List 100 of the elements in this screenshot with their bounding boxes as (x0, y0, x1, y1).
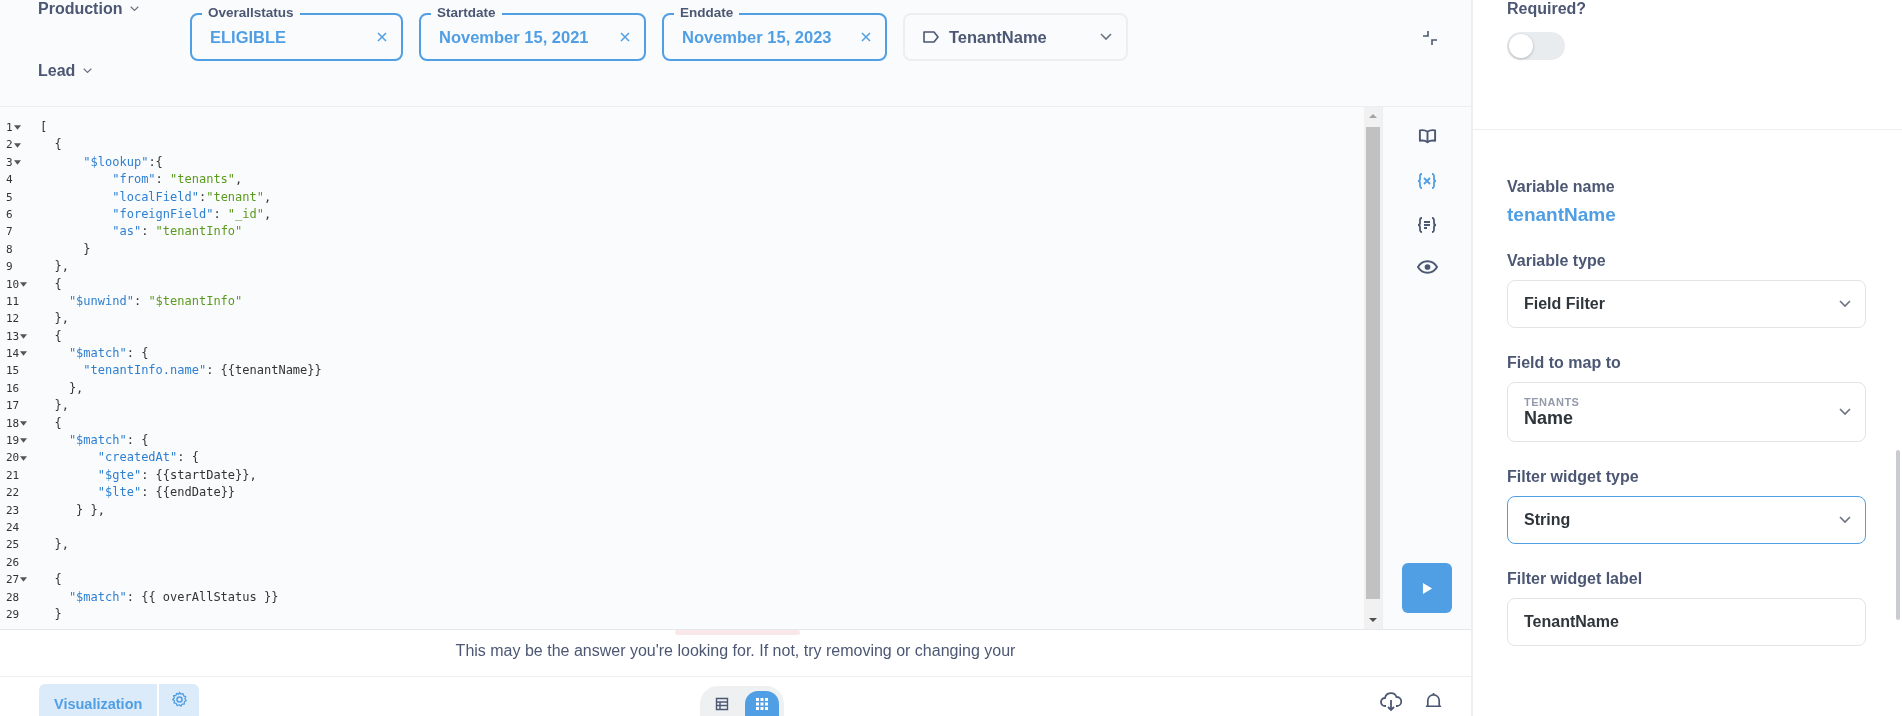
fold-caret-icon[interactable] (13, 125, 21, 131)
grid-icon (755, 696, 769, 711)
fold-caret-icon[interactable] (13, 142, 21, 148)
input-field[interactable]: TenantName (1507, 598, 1866, 646)
collapse-icon[interactable] (1422, 30, 1438, 46)
fold-caret-icon[interactable] (20, 420, 28, 426)
select-field[interactable]: Field Filter (1507, 280, 1866, 328)
filter-dropdown[interactable]: TenantName (903, 13, 1128, 61)
table-name: TENANTS (1524, 395, 1581, 408)
line-number: 28 (5, 589, 21, 606)
code-line: "as": "tenantInfo" (111, 223, 243, 241)
select-value: String (1524, 511, 1572, 529)
toolbar-button[interactable] (1417, 127, 1437, 146)
line-number: 24 (5, 520, 21, 536)
code-line: }, (53, 310, 69, 328)
code-line: "$gte": {{startDate}}, (96, 466, 257, 484)
field-label: Filter widget type (1507, 468, 1640, 486)
line-number: 26 (5, 554, 21, 571)
code-line: { (53, 275, 62, 293)
line-number: 10 (0, 275, 32, 293)
code-line: { (53, 414, 62, 432)
code-line: "from": "tenants", (111, 171, 243, 189)
fold-caret-icon[interactable] (20, 351, 28, 357)
field-label: Field to map to (1507, 354, 1622, 372)
code-line: } (82, 240, 91, 258)
select-field[interactable]: TENANTS Name (1507, 382, 1866, 442)
variables-icon (1416, 172, 1438, 190)
scrollbar[interactable] (1896, 450, 1900, 620)
chevron-down-icon (1100, 33, 1112, 41)
field-name: Name (1524, 407, 1575, 429)
code-line: "$lte": {{endDate}} (96, 484, 236, 502)
close-icon[interactable] (377, 32, 387, 42)
line-number: 22 (5, 485, 21, 502)
line-number: 17 (5, 398, 21, 415)
fold-caret-icon[interactable] (20, 333, 28, 339)
code-line: "$lookup":{ (82, 153, 163, 171)
line-number: 27 (0, 571, 32, 589)
line-number: 20 (0, 449, 32, 467)
toolbar-button[interactable] (1416, 216, 1438, 234)
line-number: 1 (0, 119, 32, 137)
code-line: "$unwind": "$tenantInfo" (67, 292, 243, 310)
close-icon[interactable] (620, 32, 630, 42)
code-line: } (53, 605, 62, 623)
code-line: }, (53, 397, 69, 415)
line-number: 2 (0, 136, 32, 154)
line-number: 11 (5, 293, 21, 310)
fold-caret-icon[interactable] (20, 577, 28, 583)
variable-name: tenantName (1507, 204, 1617, 226)
line-number: 21 (5, 467, 21, 484)
download-icon[interactable] (1380, 692, 1402, 712)
line-number: 6 (5, 206, 14, 223)
fold-caret-icon[interactable] (13, 159, 21, 165)
code-line: }, (53, 258, 69, 276)
grid-view-button[interactable] (745, 691, 779, 716)
toggle-switch[interactable] (1507, 32, 1565, 60)
toolbar-button[interactable] (1416, 260, 1438, 274)
select-field[interactable]: String (1507, 496, 1866, 544)
line-number: 16 (5, 380, 21, 397)
filter-dropdown[interactable]: Lead (38, 62, 190, 80)
code-line: } }, (75, 501, 106, 519)
code-line: "$match": { (67, 345, 149, 363)
line-number: 8 (5, 241, 14, 258)
close-icon[interactable] (861, 32, 871, 42)
run-button[interactable] (1402, 563, 1452, 613)
line-number: 14 (0, 345, 32, 363)
code-line: "localField":"tenant", (111, 188, 272, 206)
filter-dropdown[interactable]: Production (38, 0, 190, 18)
line-number: 9 (5, 259, 14, 276)
line-number: 25 (5, 537, 21, 554)
line-number: 5 (5, 189, 14, 206)
field-label: Filter widget label (1507, 570, 1644, 588)
chevron-down-icon (1839, 408, 1851, 416)
code-line: { (53, 571, 62, 589)
fold-caret-icon[interactable] (20, 438, 28, 444)
field-label: Variable type (1507, 252, 1607, 270)
field-label: Variable name (1507, 178, 1616, 196)
empty-result-message: This may be the answer you're looking for. If not, try removing or changing your (455, 642, 1016, 661)
resize-handle[interactable] (675, 630, 800, 635)
fold-caret-icon[interactable] (20, 281, 28, 287)
line-number: 18 (0, 414, 32, 433)
code-line: }, (67, 379, 84, 397)
fold-caret-icon[interactable] (20, 455, 28, 461)
filter-value: November 15, 2021 (439, 27, 589, 47)
tag-icon (923, 31, 939, 43)
table-icon (715, 696, 729, 711)
code-line: "tenantInfo.name": {{tenantName}} (82, 362, 322, 380)
eye-icon (1416, 260, 1438, 274)
line-number: 15 (5, 363, 21, 380)
line-number: 19 (0, 432, 32, 450)
line-number: 29 (5, 606, 21, 623)
select-value: Field Filter (1524, 295, 1606, 313)
code-line: "createdAt": { (96, 449, 199, 467)
settings-icon[interactable] (159, 684, 200, 716)
chevron-down-icon (1839, 300, 1851, 308)
scrollbar[interactable] (1364, 107, 1382, 629)
code-line: "$match": { (67, 432, 149, 450)
code-line: { (53, 136, 62, 154)
chevron-down-icon (1839, 516, 1851, 524)
code-line: }, (53, 536, 69, 554)
code-line: "foreignField": "_id", (111, 205, 272, 223)
